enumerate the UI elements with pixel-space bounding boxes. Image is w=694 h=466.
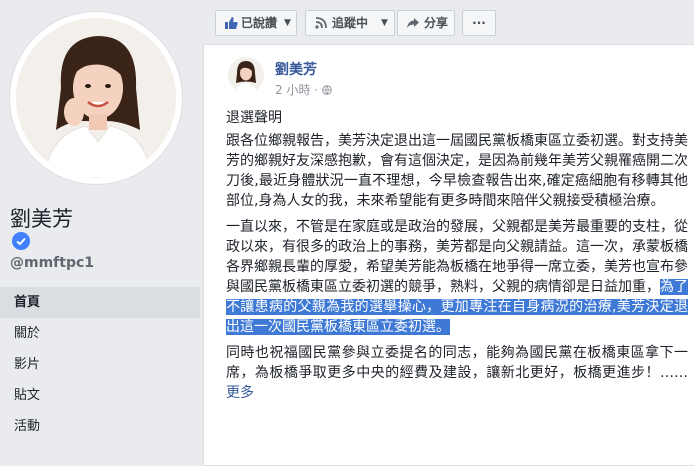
page-name[interactable]: 劉美芳: [10, 203, 73, 233]
liked-label: 已說讚: [241, 16, 278, 30]
post-body: 跟各位鄉親報告，美芳決定退出這一屆國民黨板橋東區立委初選。對支持美芳的鄉親好友深…: [226, 131, 688, 409]
chevron-down-icon: ▼: [284, 18, 291, 28]
liked-button[interactable]: 已說讚 ▼: [215, 10, 297, 36]
nav-item-videos[interactable]: 影片: [0, 349, 200, 380]
following-label: 追蹤中: [332, 16, 369, 30]
nav-item-events[interactable]: 活動: [0, 411, 200, 442]
page-sidebar: 劉美芳 @mmftpc1 首頁 關於 影片 貼文 活動: [0, 0, 200, 451]
post-paragraph-2-text: 一直以來，不管是在家庭或是政治的發展，父親都是美芳最重要的支柱，從政以來，有很多…: [226, 219, 688, 295]
more-options-label: ···: [472, 16, 486, 30]
share-arrow-icon: [407, 18, 419, 28]
post-paragraph-1: 跟各位鄉親報告，美芳決定退出這一屆國民黨板橋東區立委初選。對支持美芳的鄉親好友深…: [226, 133, 688, 209]
post-meta: 2 小時 ·: [275, 81, 332, 98]
nav-item-posts[interactable]: 貼文: [0, 380, 200, 411]
following-button[interactable]: 追蹤中 ▼: [305, 10, 395, 36]
globe-icon[interactable]: [322, 85, 332, 95]
post-author-avatar-image: [228, 57, 264, 93]
share-label: 分享: [424, 16, 449, 30]
post-paragraph-3-text: 同時也祝福國民黨參與立委提名的同志，能夠為國民黨在板橋東區拿下一席，為板橋爭取更…: [226, 345, 688, 381]
nav-item-about[interactable]: 關於: [0, 318, 200, 349]
page-nav: 首頁 關於 影片 貼文 活動: [0, 287, 200, 442]
profile-picture-frame[interactable]: [10, 12, 182, 184]
chevron-down-icon: ▼: [381, 18, 388, 28]
post-card: 劉美芳 2 小時 · 退選聲明 跟各位鄉親報告，美芳決定退出這一屆國民黨板橋東區…: [203, 44, 694, 466]
profile-photo-illustration: [16, 18, 176, 178]
profile-photo[interactable]: [16, 18, 176, 178]
share-button[interactable]: 分享: [397, 10, 455, 36]
post-author-avatar[interactable]: [228, 57, 264, 93]
rss-icon: [315, 17, 327, 29]
see-more-link[interactable]: 更多: [226, 385, 254, 401]
post-timestamp[interactable]: 2 小時 ·: [275, 83, 322, 97]
post-paragraph-3: 同時也祝福國民黨參與立委提名的同志，能夠為國民黨在板橋東區拿下一席，為板橋爭取更…: [226, 343, 688, 403]
thumbs-up-icon: [225, 17, 238, 29]
page-handle[interactable]: @mmftpc1: [10, 255, 94, 271]
nav-item-home[interactable]: 首頁: [0, 287, 200, 318]
post-author-name[interactable]: 劉美芳: [275, 59, 317, 79]
more-options-button[interactable]: ···: [462, 10, 496, 36]
post-title: 退選聲明: [226, 110, 282, 126]
verified-badge-icon: [12, 232, 30, 250]
post-paragraph-2: 一直以來，不管是在家庭或是政治的發展，父親都是美芳最重要的支柱，從政以來，有很多…: [226, 217, 688, 337]
